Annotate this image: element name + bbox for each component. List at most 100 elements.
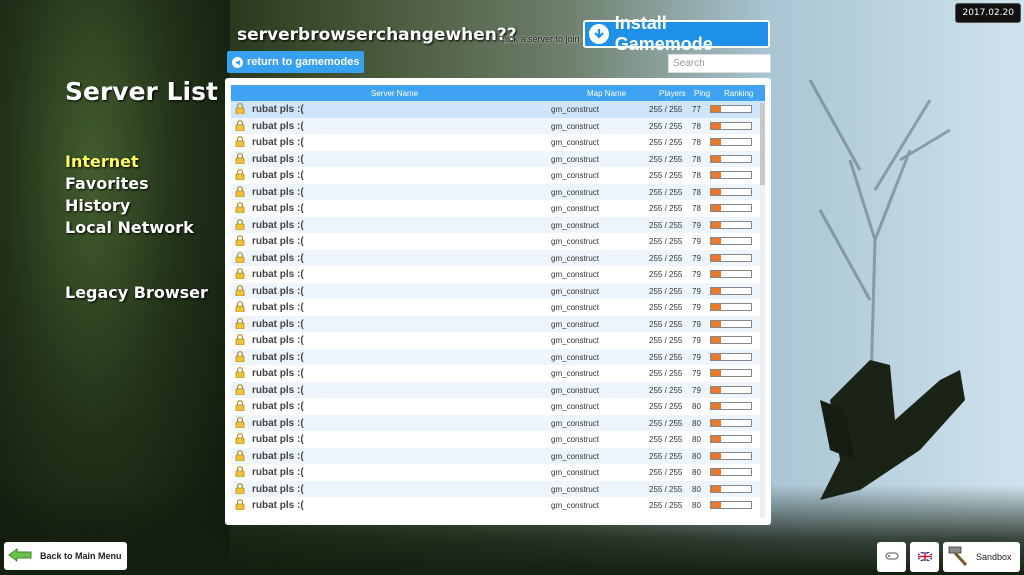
ranking-fill	[711, 502, 721, 508]
lock-icon	[235, 251, 245, 263]
table-row[interactable]: rubat pls :(gm_construct 255 / 255 79	[231, 365, 765, 382]
ranking-bar	[710, 468, 752, 476]
ranking-fill	[711, 403, 721, 409]
map-name: gm_construct	[551, 154, 600, 164]
server-name: rubat pls :(	[252, 170, 304, 181]
table-row[interactable]: rubat pls :(gm_construct 255 / 255 79	[231, 348, 765, 365]
lock-icon	[235, 152, 245, 164]
table-row[interactable]: rubat pls :(gm_construct 255 / 255 80	[231, 497, 765, 514]
sidebar-item-history[interactable]: History	[65, 196, 130, 215]
table-row[interactable]: rubat pls :(gm_construct 255 / 255 80	[231, 398, 765, 415]
ping-value: 79	[692, 286, 701, 296]
ranking-bar	[710, 138, 752, 146]
table-scrollbar[interactable]	[760, 103, 765, 518]
table-row[interactable]: rubat pls :(gm_construct 255 / 255 80	[231, 464, 765, 481]
ranking-bar	[710, 286, 752, 295]
back-to-main-menu-button[interactable]: Back to Main Menu	[4, 542, 127, 570]
ranking-bar	[710, 204, 752, 212]
server-name: rubat pls :(	[252, 302, 304, 313]
table-row[interactable]: rubat pls :(gm_construct 255 / 255 79	[231, 315, 765, 332]
ranking-bar	[710, 435, 752, 443]
ranking-bar	[710, 451, 752, 460]
ranking-fill	[711, 238, 721, 244]
table-row[interactable]: rubat pls :(gm_construct 255 / 255 79	[231, 266, 765, 283]
ranking-fill	[711, 188, 721, 195]
gamepad-button[interactable]	[877, 542, 906, 572]
player-count: 255 / 255	[649, 501, 683, 510]
table-row[interactable]: rubat pls :(gm_construct 255 / 255 79	[231, 381, 765, 398]
ping-value: 80	[692, 484, 701, 494]
player-count: 255 / 255	[649, 105, 683, 114]
table-row[interactable]: rubat pls :(gm_construct 255 / 255 77	[231, 101, 765, 118]
table-row[interactable]: rubat pls :(gm_construct 255 / 255 79	[231, 332, 765, 349]
ranking-bar	[710, 319, 752, 328]
lock-icon	[235, 185, 245, 197]
ranking-fill	[711, 106, 721, 112]
server-name: rubat pls :(	[252, 318, 304, 330]
return-to-gamemodes-button[interactable]: ◂ return to gamemodes	[227, 51, 364, 73]
map-name: gm_construct	[551, 435, 600, 444]
ranking-fill	[711, 469, 721, 475]
table-row[interactable]: rubat pls :(gm_construct 255 / 255 78	[231, 200, 765, 217]
sidebar-item-local-network[interactable]: Local Network	[65, 218, 194, 237]
table-row[interactable]: rubat pls :(gm_construct 255 / 255 78	[231, 183, 765, 200]
table-row[interactable]: rubat pls :(gm_construct 255 / 255 80	[231, 431, 765, 448]
table-row[interactable]: rubat pls :(gm_construct 255 / 255 80	[231, 447, 765, 464]
lock-icon	[235, 235, 245, 247]
table-row[interactable]: rubat pls :(gm_construct 255 / 255 78	[231, 150, 765, 167]
server-name: rubat pls :(	[252, 120, 304, 132]
server-name: rubat pls :(	[252, 285, 304, 297]
scrollbar-thumb[interactable]	[760, 103, 765, 185]
lock-icon	[235, 449, 245, 461]
ping-value: 78	[692, 138, 701, 147]
table-row[interactable]: rubat pls :(gm_construct 255 / 255 78	[231, 134, 765, 151]
column-map-name[interactable]: Map Name	[587, 89, 626, 98]
table-row[interactable]: rubat pls :(gm_construct 255 / 255 80	[231, 480, 765, 497]
ping-value: 79	[692, 319, 701, 329]
server-name: rubat pls :(	[252, 203, 304, 214]
sidebar-item-favorites[interactable]: Favorites	[65, 174, 149, 193]
ranking-fill	[711, 436, 721, 442]
table-row[interactable]: rubat pls :(gm_construct 255 / 255 79	[231, 216, 765, 233]
player-count: 255 / 255	[649, 484, 683, 494]
uk-flag-icon	[916, 550, 933, 563]
ranking-fill	[711, 452, 721, 459]
legacy-browser-link[interactable]: Legacy Browser	[65, 283, 208, 302]
column-players[interactable]: Players	[659, 89, 686, 98]
map-name: gm_construct	[551, 402, 600, 411]
lock-icon	[235, 367, 245, 379]
map-name: gm_construct	[551, 121, 600, 131]
search-input[interactable]	[668, 54, 771, 73]
ping-value: 79	[692, 253, 701, 263]
server-name: rubat pls :(	[252, 500, 304, 511]
table-row[interactable]: rubat pls :(gm_construct 255 / 255 78	[231, 167, 765, 184]
server-name: rubat pls :(	[252, 417, 304, 429]
lock-icon	[235, 433, 245, 445]
server-name: rubat pls :(	[252, 401, 304, 412]
ranking-fill	[711, 304, 721, 310]
player-count: 255 / 255	[649, 319, 683, 329]
ranking-fill	[711, 221, 721, 228]
table-row[interactable]: rubat pls :(gm_construct 255 / 255 79	[231, 233, 765, 250]
table-row[interactable]: rubat pls :(gm_construct 255 / 255 78	[231, 117, 765, 134]
table-row[interactable]: rubat pls :(gm_construct 255 / 255 80	[231, 414, 765, 431]
player-count: 255 / 255	[649, 204, 683, 213]
table-row[interactable]: rubat pls :(gm_construct 255 / 255 79	[231, 282, 765, 299]
ranking-fill	[711, 320, 721, 327]
language-button[interactable]	[910, 542, 939, 572]
table-row[interactable]: rubat pls :(gm_construct 255 / 255 79	[231, 249, 765, 266]
sandbox-gamemode-button[interactable]: Sandbox	[943, 542, 1020, 572]
column-ping[interactable]: Ping	[694, 89, 710, 98]
background-wreck	[820, 360, 965, 500]
table-row[interactable]: rubat pls :(gm_construct 255 / 255 79	[231, 299, 765, 316]
server-name: rubat pls :(	[252, 252, 304, 264]
ping-value: 80	[692, 435, 701, 444]
column-server-name[interactable]: Server Name	[371, 89, 418, 98]
ping-value: 79	[692, 237, 701, 246]
ping-value: 80	[692, 402, 701, 411]
install-gamemode-button[interactable]: Install Gamemode	[583, 13, 770, 54]
ranking-bar	[710, 187, 752, 196]
sidebar-item-internet[interactable]: Internet	[65, 152, 139, 171]
player-count: 255 / 255	[649, 171, 683, 180]
column-ranking[interactable]: Ranking	[724, 89, 753, 98]
